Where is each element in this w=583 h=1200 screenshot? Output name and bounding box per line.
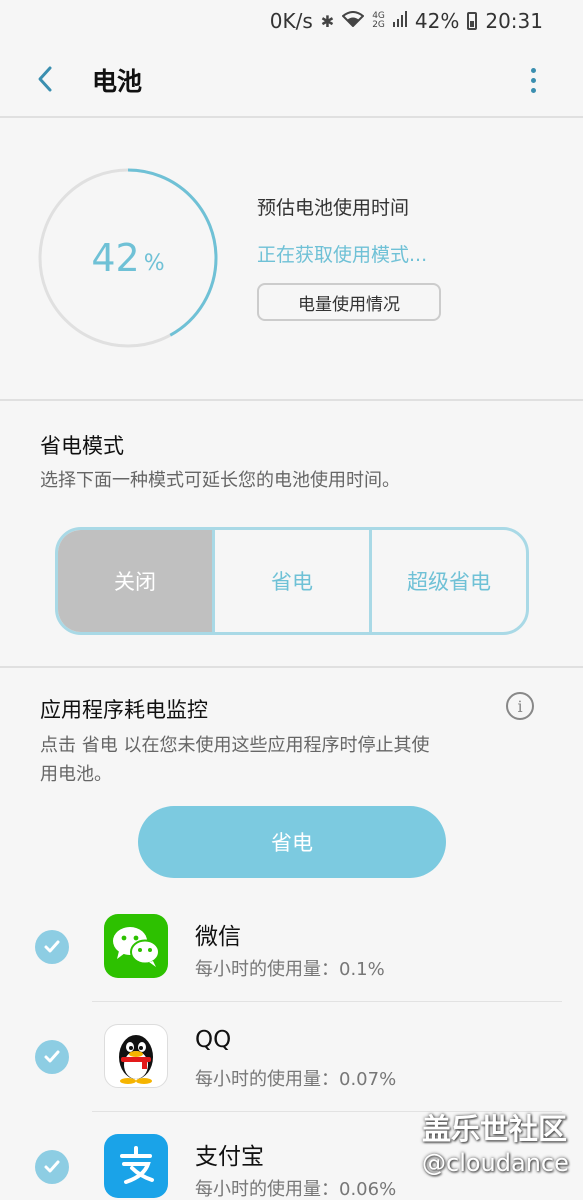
app-monitor-description: 点击 省电 以在您未使用这些应用程序时停止其使用电池。 xyxy=(40,735,430,785)
mode-ultra-save-option[interactable]: 超级省电 xyxy=(369,530,526,632)
battery-level-text: 42 % xyxy=(38,168,218,348)
estimate-status: 正在获取使用模式... xyxy=(257,244,428,266)
wifi-icon xyxy=(341,11,365,31)
net-2g-label: 2G xyxy=(372,20,385,30)
list-item[interactable]: QQ 每小时的使用量：0.07% xyxy=(0,1001,583,1111)
network-type-icon: 4G 2G xyxy=(372,12,385,30)
checkbox-checked-icon[interactable] xyxy=(35,1150,69,1184)
chevron-left-icon xyxy=(38,66,52,92)
mode-save-option[interactable]: 省电 xyxy=(212,530,369,632)
status-bar: 0K/s ✱ 4G 2G 42% 20:31 xyxy=(0,0,583,42)
battery-usage-button[interactable]: 电量使用情况 xyxy=(257,283,441,321)
app-bar: 电池 xyxy=(0,42,583,116)
app-monitor-title: 应用程序耗电监控 xyxy=(40,698,208,722)
divider xyxy=(0,116,583,118)
list-item[interactable]: 微信 每小时的使用量：0.1% xyxy=(0,891,583,1001)
alipay-icon xyxy=(104,1134,168,1198)
power-mode-description: 选择下面一种模式可延长您的电池使用时间。 xyxy=(40,470,400,491)
estimate-label: 预估电池使用时间 xyxy=(257,197,410,219)
watermark-title: 盖乐世社区 xyxy=(422,1112,568,1146)
app-usage: 每小时的使用量：0.07% xyxy=(195,1069,397,1090)
bluetooth-icon: ✱ xyxy=(320,11,335,31)
battery-icon xyxy=(467,12,478,30)
info-icon[interactable]: i xyxy=(506,692,534,720)
more-options-icon[interactable] xyxy=(520,62,546,98)
battery-level-sign: % xyxy=(143,250,165,276)
clock: 20:31 xyxy=(485,9,543,33)
checkbox-checked-icon[interactable] xyxy=(35,930,69,964)
power-mode-selector: 关闭 省电 超级省电 xyxy=(55,527,529,635)
app-name: 支付宝 xyxy=(195,1144,264,1170)
save-power-button[interactable]: 省电 xyxy=(138,806,446,878)
battery-level-number: 42 xyxy=(91,236,140,280)
signal-icon xyxy=(392,11,407,31)
wechat-icon xyxy=(104,914,168,978)
divider xyxy=(0,666,583,668)
watermark-handle: @cloudance xyxy=(422,1149,569,1177)
app-name: 微信 xyxy=(195,924,241,950)
mode-off-option[interactable]: 关闭 xyxy=(58,530,212,632)
back-button[interactable] xyxy=(32,62,60,96)
app-usage: 每小时的使用量：0.06% xyxy=(195,1179,397,1200)
power-mode-title: 省电模式 xyxy=(40,434,124,458)
divider xyxy=(0,399,583,401)
app-name: QQ xyxy=(195,1027,232,1053)
net-speed: 0K/s xyxy=(269,9,313,33)
page-title: 电池 xyxy=(92,67,143,96)
app-usage: 每小时的使用量：0.1% xyxy=(195,959,385,980)
qq-icon xyxy=(104,1024,168,1088)
checkbox-checked-icon[interactable] xyxy=(35,1040,69,1074)
battery-percent-text: 42% xyxy=(414,9,460,33)
